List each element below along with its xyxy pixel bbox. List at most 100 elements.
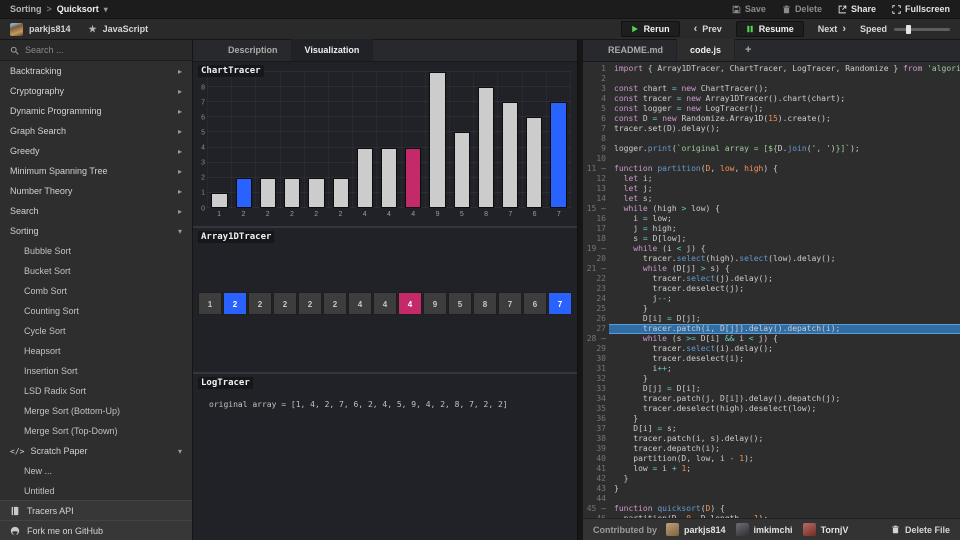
tab-code-js[interactable]: code.js (677, 39, 736, 61)
x-axis-tick: 4 (387, 211, 391, 218)
breadcrumb-current[interactable]: Quicksort (57, 4, 99, 14)
array-cell: 5 (448, 292, 472, 315)
sidebar-item-counting-sort[interactable]: Counting Sort (0, 301, 192, 321)
chevron-down-icon: ▾ (177, 446, 182, 456)
code-line: let s; (623, 194, 653, 203)
sidebar-category-dynamic-programming[interactable]: Dynamic Programming ▸ (0, 101, 192, 121)
x-axis-tick: 2 (289, 211, 294, 218)
resume-button[interactable]: Resume (735, 21, 804, 37)
line-number: 26 (596, 314, 606, 323)
tab-readme-md[interactable]: README.md (595, 39, 678, 61)
code-line: } (614, 484, 619, 493)
code-line: tracer.deselect(high).deselect(low); (614, 404, 817, 413)
sidebar-item-insertion-sort[interactable]: Insertion Sort (0, 361, 192, 381)
line-number: 42 (596, 474, 606, 483)
line-number: 5 (601, 104, 606, 113)
log-tracer-title: LogTracer (198, 377, 253, 389)
share-icon (838, 5, 847, 14)
sidebar-item-untitled[interactable]: Untitled (0, 481, 192, 500)
footer-label: Tracers API (27, 505, 74, 516)
sidebar-item-bubble-sort[interactable]: Bubble Sort (0, 241, 192, 261)
sidebar-category-search[interactable]: Search ▸ (0, 201, 192, 221)
sidebar-category-greedy[interactable]: Greedy ▸ (0, 141, 192, 161)
chart-bar (550, 102, 567, 208)
chart-bar-slot (473, 72, 497, 208)
code-line: const D = new Randomize.Array1D(15).crea… (614, 114, 831, 123)
rerun-button[interactable]: Rerun (620, 21, 680, 37)
fullscreen-label: Fullscreen (904, 4, 950, 14)
chart-bar-slot (425, 72, 449, 208)
sidebar-item-new-[interactable]: New ... (0, 461, 192, 481)
sidebar-category-graph-search[interactable]: Graph Search ▸ (0, 121, 192, 141)
sidebar-category-minimum-spanning-tree[interactable]: Minimum Spanning Tree ▸ (0, 161, 192, 181)
sidebar-item-heapsort[interactable]: Heapsort (0, 341, 192, 361)
code-line: partition(D, low, i - 1); (614, 454, 754, 463)
code-line: tracer.select(i).delay(); (614, 344, 773, 353)
code-line: tracer.set(D).delay(); (614, 124, 720, 133)
x-axis-tick: 1 (217, 211, 222, 218)
next-button[interactable]: Next › (818, 22, 846, 35)
line-number: 8 (601, 134, 606, 143)
line-number: 10 (596, 154, 606, 163)
avatar (10, 22, 23, 36)
speed-slider[interactable] (894, 24, 950, 34)
speed-slider-thumb[interactable] (906, 24, 911, 34)
code-editor[interactable]: 1 2 3 4 5 6 7 8 9 10 11 –12 13 14 15 –16 17 18 19 –20 21 … (583, 62, 960, 518)
line-number: 23 (596, 284, 606, 293)
sidebar-category-backtracking[interactable]: Backtracking ▸ (0, 61, 192, 81)
fullscreen-button[interactable]: Fullscreen (892, 4, 950, 14)
chart-bar-slot (328, 72, 352, 208)
y-axis-tick: 3 (201, 159, 205, 167)
chart-bar-slot (255, 72, 279, 208)
github-icon (10, 526, 20, 536)
prev-button[interactable]: ‹ Prev (694, 23, 722, 34)
contributor-parkjs814[interactable]: parkjs814 (666, 523, 726, 536)
delete-button[interactable]: Delete (782, 4, 822, 14)
category-label: Cryptography (10, 86, 65, 96)
contributor-tornjv[interactable]: TornjV (802, 523, 848, 536)
sidebar-item-lsd-radix-sort[interactable]: LSD Radix Sort (0, 381, 192, 401)
chart-bar (308, 177, 325, 208)
sidebar-category-cryptography[interactable]: Cryptography ▸ (0, 81, 192, 101)
item-label: Comb Sort (24, 286, 68, 296)
save-button[interactable]: Save (732, 4, 766, 14)
delete-file-button[interactable]: Delete File (891, 525, 950, 535)
sidebar-item-merge-sort-bottom-up-[interactable]: Merge Sort (Bottom-Up) (0, 401, 192, 421)
share-button[interactable]: Share (838, 4, 876, 14)
chart-bar-slot (401, 72, 425, 208)
sidebar-footer-tracers-api[interactable]: Tracers API (0, 500, 192, 520)
chevron-right-icon: › (842, 22, 846, 35)
breadcrumb-category[interactable]: Sorting (10, 4, 42, 14)
category-label: Search (10, 206, 39, 216)
sidebar-category-scratch-paper[interactable]: </> Scratch Paper ▾ (0, 441, 192, 461)
code-line: while (i < j) { (633, 244, 706, 253)
line-number: 21 – (586, 264, 606, 273)
code-line: D[i] = s; (614, 424, 677, 433)
avatar (802, 523, 816, 536)
chart-bar-slot (207, 72, 231, 208)
sidebar-item-cycle-sort[interactable]: Cycle Sort (0, 321, 192, 341)
sidebar: Backtracking▸Cryptography▸Dynamic Progra… (0, 40, 193, 540)
contributor-imkimchi[interactable]: imkimchi (735, 523, 793, 536)
add-tab-button[interactable]: + (735, 39, 761, 61)
tab-visualization[interactable]: Visualization (291, 39, 374, 61)
sidebar-category-number-theory[interactable]: Number Theory ▸ (0, 181, 192, 201)
viz-tabbar: Description Visualization (193, 39, 577, 62)
x-axis-tick: 2 (338, 211, 343, 218)
search-input[interactable] (25, 45, 182, 55)
sidebar-item-merge-sort-top-down-[interactable]: Merge Sort (Top-Down) (0, 421, 192, 441)
sidebar-item-comb-sort[interactable]: Comb Sort (0, 281, 192, 301)
code-line: } (614, 374, 648, 383)
item-label: Cycle Sort (24, 326, 66, 336)
line-number: 33 (596, 384, 606, 393)
line-number: 43 (596, 484, 606, 493)
code-line: } (614, 474, 629, 483)
sidebar-footer-fork-me-on-github[interactable]: Fork me on GitHub (0, 520, 192, 540)
chart-bar-slot (352, 72, 376, 208)
language-label[interactable]: JavaScript (103, 24, 149, 34)
sidebar-item-bucket-sort[interactable]: Bucket Sort (0, 261, 192, 281)
array-cell: 7 (548, 292, 572, 315)
sidebar-category-sorting[interactable]: Sorting ▾ (0, 221, 192, 241)
fold-marker-icon: – (596, 334, 606, 343)
tab-description[interactable]: Description (215, 39, 292, 61)
